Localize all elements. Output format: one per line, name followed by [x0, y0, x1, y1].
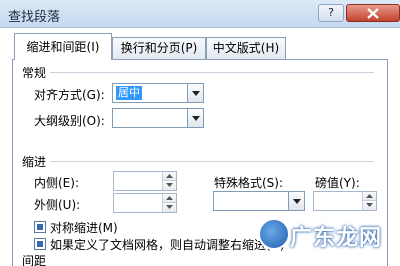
- indent-divider: [50, 161, 374, 162]
- close-button[interactable]: [346, 4, 400, 22]
- tab-line-page-breaks[interactable]: 换行和分页(P): [112, 37, 206, 59]
- auto-adjust-right-indent-checkbox[interactable]: [34, 238, 46, 250]
- down-arrow-icon: [166, 183, 173, 187]
- alignment-label: 对齐方式(G):: [34, 88, 105, 102]
- alignment-select[interactable]: 居中: [112, 83, 204, 103]
- close-icon: [367, 8, 379, 19]
- outline-level-value: [116, 111, 120, 125]
- window-title: 查找段落: [8, 10, 61, 25]
- dropdown-arrow[interactable]: [288, 192, 304, 210]
- outside-indent-label: 外侧(U):: [34, 198, 81, 212]
- up-arrow-icon: [166, 196, 173, 200]
- outline-level-label: 大纲级别(O):: [34, 114, 105, 128]
- spin-down-button[interactable]: [163, 203, 176, 212]
- mirror-indent-checkbox[interactable]: [34, 221, 46, 233]
- chevron-down-icon: [293, 199, 301, 204]
- spin-up-button[interactable]: [163, 194, 176, 203]
- title-bar: 查找段落 ?: [0, 0, 400, 28]
- dropdown-arrow[interactable]: [187, 109, 203, 127]
- special-format-value: [217, 194, 221, 208]
- indent-heading: 缩进: [22, 155, 47, 169]
- up-arrow-icon: [366, 194, 373, 198]
- help-button[interactable]: ?: [318, 4, 344, 22]
- spacing-heading: 间距: [22, 254, 47, 266]
- inside-indent-spinner[interactable]: [113, 171, 177, 191]
- down-arrow-icon: [366, 203, 373, 207]
- watermark-text: 广东龙网: [290, 226, 383, 251]
- special-format-select[interactable]: [213, 191, 305, 211]
- tab-strip: 缩进和间距(I) 换行和分页(P) 中文版式(H): [0, 28, 400, 60]
- up-arrow-icon: [166, 174, 173, 178]
- tab-asian-typography[interactable]: 中文版式(H): [206, 37, 286, 59]
- inside-indent-label: 内侧(E):: [34, 176, 79, 190]
- alignment-value: 居中: [116, 86, 142, 100]
- amount-label: 磅值(Y):: [315, 176, 360, 190]
- spin-down-button[interactable]: [163, 181, 176, 190]
- watermark-logo-icon: [258, 218, 290, 250]
- mirror-indent-label: 对称缩进(M): [50, 221, 118, 235]
- auto-adjust-right-indent-label: 如果定义了文档网格，则自动调整右缩进(D): [50, 238, 285, 252]
- general-heading: 常规: [22, 66, 47, 80]
- amount-spinner[interactable]: [313, 191, 377, 211]
- spin-down-button[interactable]: [363, 201, 376, 210]
- dropdown-arrow[interactable]: [187, 84, 203, 102]
- spin-up-button[interactable]: [163, 172, 176, 181]
- down-arrow-icon: [166, 205, 173, 209]
- chevron-down-icon: [192, 91, 200, 96]
- chevron-down-icon: [192, 116, 200, 121]
- special-format-label: 特殊格式(S):: [214, 176, 284, 190]
- outline-level-select[interactable]: [112, 108, 204, 128]
- general-divider: [50, 72, 374, 73]
- tab-indent-spacing[interactable]: 缩进和间距(I): [14, 33, 112, 60]
- spin-up-button[interactable]: [363, 192, 376, 201]
- outside-indent-spinner[interactable]: [113, 193, 177, 213]
